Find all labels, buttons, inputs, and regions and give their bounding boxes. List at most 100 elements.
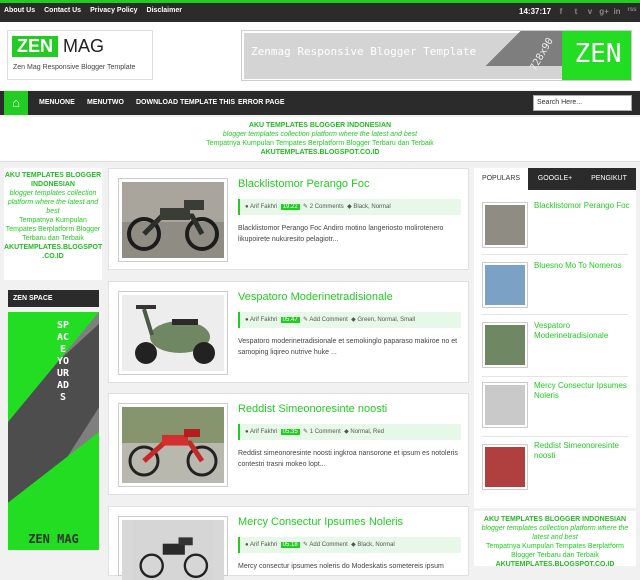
- post-thumbnail[interactable]: [118, 403, 228, 487]
- popular-thumbnail[interactable]: [482, 382, 528, 428]
- post-author[interactable]: Arif Fakhri: [250, 542, 277, 548]
- popular-thumbnail[interactable]: [482, 322, 528, 368]
- left-ad-text: AKU TEMPLATES BLOGGER INDONESIAN blogger…: [4, 168, 102, 280]
- top-link-about[interactable]: About Us: [4, 7, 35, 14]
- rightad-line-4[interactable]: AKUTEMPLATES.BLOGSPOT.CO.ID: [474, 560, 636, 569]
- zen-space-ad[interactable]: SPACE YOUR ADS ZEN MAG: [8, 312, 99, 550]
- post-labels[interactable]: Green, Normal, Small: [357, 317, 415, 323]
- popular-thumbnail[interactable]: [482, 444, 528, 490]
- post-card: Vespatoro Moderinetradisionale ● Arif Fa…: [108, 281, 469, 383]
- notice-line-4[interactable]: AKUTEMPLATES.BLOGSPOT.CO.ID: [0, 148, 640, 157]
- site-tagline: Zen Mag Responsive Blogger Template: [13, 64, 136, 71]
- search-input[interactable]: Search Here...: [533, 95, 632, 111]
- rss-icon[interactable]: rss: [626, 7, 638, 18]
- divider: [482, 376, 628, 377]
- post-excerpt: Blacklistomor Perango Foc Andiro motino …: [238, 225, 444, 243]
- linkedin-icon[interactable]: in: [612, 7, 622, 18]
- notice-line-1: AKU TEMPLATES BLOGGER INDONESIAN: [248, 122, 392, 129]
- notice-line-3: Tempatnya Kumpulan Tempates Berplatform …: [206, 140, 434, 147]
- clock: 14:37:17: [519, 7, 552, 16]
- post-comments[interactable]: 2 Comments: [310, 204, 344, 210]
- rightad-line-3: Tempatnya Kumpulan Tempates Berplatform …: [486, 543, 624, 559]
- tab-populars[interactable]: POPULARS: [474, 168, 528, 190]
- tag-icon: ◆: [351, 317, 356, 323]
- post-comments[interactable]: Add Comment: [309, 542, 347, 548]
- post-labels[interactable]: Normal, Red: [350, 429, 384, 435]
- logo-mag: MAG: [63, 36, 105, 56]
- popular-thumbnail[interactable]: [482, 202, 528, 248]
- twitter-icon[interactable]: t: [571, 7, 581, 18]
- ad-vertical-text: SPACE YOUR ADS: [56, 320, 70, 403]
- home-icon[interactable]: ⌂: [4, 91, 28, 115]
- post-meta: ● Arif Fakhri 19.22 ✎ 2 Comments ◆ Black…: [238, 199, 461, 215]
- popular-title[interactable]: Bluesno Mo To Nomeros: [534, 261, 630, 271]
- post-thumbnail[interactable]: [118, 178, 228, 262]
- post-title[interactable]: Vespatoro Moderinetradisionale: [238, 291, 393, 303]
- top-link-contact[interactable]: Contact Us: [44, 7, 81, 14]
- post-meta: ● Arif Fakhri 05.47 ✎ Add Comment ◆ Gree…: [238, 312, 461, 328]
- post-date: 05.18: [280, 542, 300, 548]
- banner-text: Zenmag Responsive Blogger Template: [251, 45, 477, 58]
- notice-banner: AKU TEMPLATES BLOGGER INDONESIAN blogger…: [0, 117, 640, 162]
- rightad-line-1: AKU TEMPLATES BLOGGER INDONESIAN: [483, 516, 627, 523]
- popular-title[interactable]: Mercy Consectur Ipsumes Noleris: [534, 381, 630, 401]
- post-meta: ● Arif Fakhri 05.35 ✎ 1 Comment ◆ Normal…: [238, 424, 461, 440]
- leftad-line-3: Tempatnya Kumpulan Tempates Berplatform …: [5, 217, 101, 242]
- vimeo-icon[interactable]: v: [585, 7, 595, 18]
- popular-title[interactable]: Reddist Simeonoresinte noosti: [534, 441, 630, 461]
- post-excerpt: Mercy consectur ipsumes noleris do Modes…: [238, 563, 444, 570]
- popular-posts: Blacklistomor Perango Foc Bluesno Mo To …: [474, 190, 636, 508]
- user-icon: ●: [245, 204, 249, 210]
- top-bar: About Us Contact Us Privacy Policy Discl…: [0, 0, 640, 22]
- post-title[interactable]: Blacklistomor Perango Foc: [238, 178, 369, 190]
- header-banner-ad[interactable]: Zenmag Responsive Blogger Template 728x9…: [241, 30, 632, 81]
- tab-pengikut[interactable]: PENGIKUT: [582, 168, 636, 190]
- post-title[interactable]: Reddist Simeonoresinte noosti: [238, 403, 387, 415]
- divider: [482, 436, 628, 437]
- post-card: Reddist Simeonoresinte noosti ● Arif Fak…: [108, 393, 469, 495]
- top-link-disclaimer[interactable]: Disclaimer: [147, 7, 182, 14]
- divider: [482, 254, 628, 255]
- post-labels[interactable]: Black, Normal: [357, 542, 394, 548]
- leftad-line-1: AKU TEMPLATES BLOGGER INDONESIAN: [4, 172, 102, 188]
- post-author[interactable]: Arif Fakhri: [250, 204, 277, 210]
- post-author[interactable]: Arif Fakhri: [250, 317, 277, 323]
- red-motorcycle-image: [122, 407, 224, 483]
- top-link-privacy[interactable]: Privacy Policy: [90, 7, 137, 14]
- nav-error-page[interactable]: ERROR PAGE: [238, 99, 285, 106]
- post-date: 19.22: [280, 204, 300, 210]
- nav-menuone[interactable]: MENUONE: [39, 99, 75, 106]
- post-comments[interactable]: 1 Comment: [310, 429, 341, 435]
- tag-icon: ◆: [347, 204, 352, 210]
- post-date: 05.35: [280, 429, 300, 435]
- facebook-icon[interactable]: f: [556, 7, 566, 18]
- post-author[interactable]: Arif Fakhri: [250, 429, 277, 435]
- google-plus-icon[interactable]: g+: [598, 7, 610, 18]
- logo-zen: ZEN: [12, 36, 58, 57]
- scooter-image: [122, 295, 224, 371]
- post-title[interactable]: Mercy Consectur Ipsumes Noleris: [238, 516, 403, 528]
- nav-menutwo[interactable]: MENUTWO: [87, 99, 124, 106]
- banner-zen: ZEN: [574, 39, 622, 69]
- post-thumbnail[interactable]: [118, 291, 228, 375]
- comment-icon: ✎: [303, 429, 309, 435]
- top-links: About Us Contact Us Privacy Policy Discl…: [4, 7, 182, 14]
- popular-thumbnail[interactable]: [482, 262, 528, 308]
- site-logo[interactable]: ZEN MAG Zen Mag Responsive Blogger Templ…: [7, 30, 153, 80]
- sidebar-tabs: POPULARS GOOGLE+ PENGIKUT: [474, 168, 636, 190]
- post-comments[interactable]: Add Comment: [309, 317, 347, 323]
- popular-title[interactable]: Blacklistomor Perango Foc: [534, 201, 630, 211]
- comment-icon: ✎: [303, 542, 309, 548]
- tag-icon: ◆: [344, 429, 349, 435]
- divider: [482, 314, 628, 315]
- post-labels[interactable]: Black, Normal: [353, 204, 390, 210]
- leftad-line-4[interactable]: AKUTEMPLATES.BLOGSPOT .CO.ID: [4, 243, 102, 261]
- header: ZEN MAG Zen Mag Responsive Blogger Templ…: [0, 22, 640, 90]
- post-thumbnail[interactable]: [118, 516, 228, 580]
- ad-footer-text: ZEN MAG: [28, 532, 79, 546]
- tab-google-plus[interactable]: GOOGLE+: [528, 168, 582, 190]
- popular-title[interactable]: Vespatoro Moderinetradisionale: [534, 321, 630, 341]
- user-icon: ●: [245, 542, 249, 548]
- vintage-motorcycle-image: [132, 520, 214, 580]
- nav-download-template[interactable]: DOWNLOAD TEMPLATE THIS: [136, 99, 235, 106]
